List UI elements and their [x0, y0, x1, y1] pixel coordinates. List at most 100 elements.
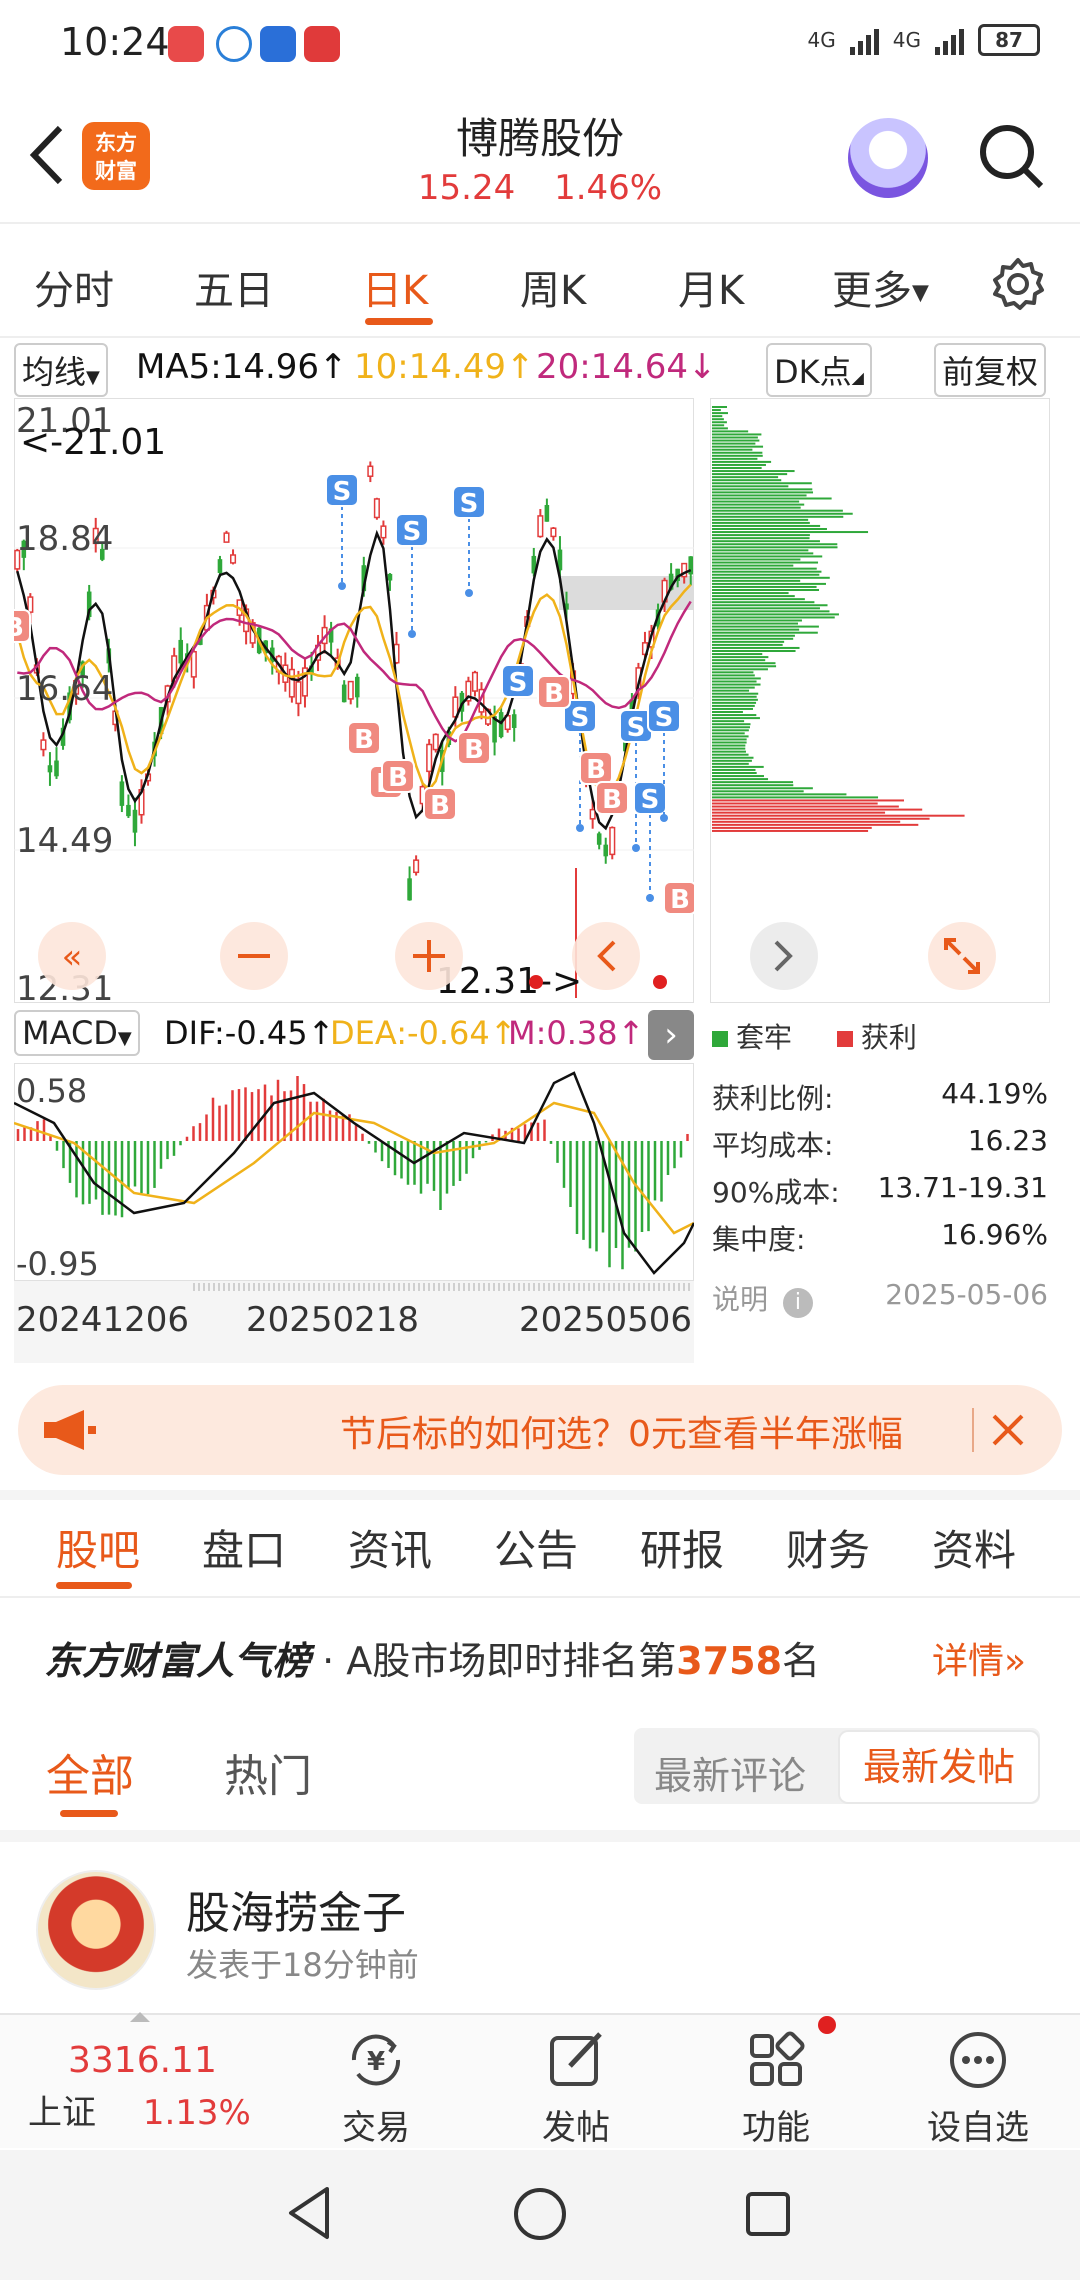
post-author[interactable]: 股海捞金子 — [186, 1877, 406, 1941]
chip-bar — [712, 589, 820, 591]
nav-home-icon[interactable] — [512, 2186, 568, 2242]
macd-dea: DEA:-0.64↑ — [330, 1014, 517, 1052]
chip-bar — [712, 781, 794, 784]
post-button[interactable]: 发帖 — [496, 2020, 656, 2149]
macd-expand-button[interactable]: › — [648, 1010, 694, 1060]
index-ticker[interactable]: 3316.11 上证 1.13% — [28, 2040, 278, 2134]
tab-financials[interactable]: 财务 — [786, 1517, 870, 1578]
notification-game-icon — [260, 26, 296, 62]
close-icon[interactable] — [990, 1412, 1026, 1448]
chip-bar — [712, 634, 795, 637]
notification-app-icon — [168, 26, 204, 62]
chip-bar — [712, 659, 766, 662]
tab-order-book[interactable]: 盘口 — [202, 1517, 286, 1578]
candle-body — [609, 826, 616, 856]
chip-distribution-chart[interactable] — [710, 398, 1050, 1003]
info-icon: i — [782, 1288, 813, 1318]
candle-body — [217, 559, 223, 573]
kline-chart[interactable]: SSSSSSSSBBBBBBBBBB 21.01 18.84 16.64 14.… — [14, 398, 694, 1003]
tab-underline — [60, 1810, 118, 1817]
ranking-details-link[interactable]: 详情» — [932, 1632, 1026, 1684]
zoom-out-button[interactable] — [220, 922, 288, 990]
chip-bar — [712, 811, 886, 814]
chip-bar — [712, 579, 801, 582]
chip-bar — [712, 732, 745, 735]
ma20-value: 20:14.64↓ — [536, 347, 717, 387]
ma-select-label: 均线 — [22, 353, 87, 391]
chip-bar — [712, 814, 965, 817]
buy-marker-label: B — [464, 735, 484, 765]
sort-latest-post[interactable]: 最新发帖 — [840, 1732, 1038, 1802]
chip-bar — [712, 796, 879, 799]
tab-research[interactable]: 研报 — [640, 1517, 724, 1578]
chip-bar — [712, 457, 758, 460]
tab-daily-k[interactable]: 日K — [362, 258, 428, 316]
tab-announcements[interactable]: 公告 — [494, 1517, 578, 1578]
chip-legend: 套牢 获利 — [712, 1016, 917, 1056]
tab-five-day[interactable]: 五日 — [194, 258, 274, 316]
chip-bar — [712, 711, 743, 713]
app-logo[interactable]: 东方财富 — [82, 122, 150, 190]
step-left-button[interactable] — [572, 922, 640, 990]
add-watchlist-button[interactable]: 设自选 — [898, 2020, 1058, 2149]
network-type-2: 4G — [892, 28, 921, 52]
ma-select[interactable]: 均线▼ — [14, 343, 108, 397]
chip-bar — [712, 537, 810, 540]
search-icon[interactable] — [975, 120, 1047, 192]
chip-bar — [712, 802, 878, 805]
tab-forum[interactable]: 股吧 — [56, 1517, 140, 1578]
macd-select[interactable]: MACD▼ — [14, 1010, 140, 1056]
sell-marker-label: S — [403, 517, 422, 547]
scroll-left-button[interactable]: « — [38, 922, 106, 990]
chip-bar — [712, 576, 830, 579]
chip-bar — [712, 686, 755, 689]
chip-bar — [712, 646, 800, 649]
fullscreen-button[interactable] — [928, 922, 996, 990]
step-right-button[interactable] — [750, 922, 818, 990]
chip-bar — [712, 430, 749, 433]
promo-text[interactable]: 节后标的如何选？0元查看半年涨幅 — [340, 1405, 960, 1457]
tab-profile[interactable]: 资料 — [932, 1517, 1016, 1578]
avatar[interactable] — [36, 1870, 156, 1990]
nav-back-icon[interactable] — [285, 2185, 335, 2241]
gear-icon[interactable] — [990, 256, 1046, 312]
app-logo-text: 东方财富 — [95, 131, 137, 183]
chip-bar — [712, 701, 757, 704]
tab-all-posts[interactable]: 全部 — [46, 1740, 134, 1804]
nav-recents-icon[interactable] — [744, 2190, 792, 2238]
tab-intraday[interactable]: 分时 — [34, 258, 114, 316]
ai-assistant-icon[interactable] — [848, 118, 928, 198]
sort-latest-reply[interactable]: 最新评论 — [654, 1745, 806, 1800]
chip-bar — [712, 427, 728, 430]
chip-bar — [712, 601, 815, 604]
candle-body — [354, 676, 360, 698]
chip-bar — [712, 643, 783, 646]
stat-concentration-value: 16.96% — [941, 1218, 1048, 1251]
tab-monthly-k[interactable]: 月K — [678, 258, 744, 316]
back-button[interactable] — [22, 120, 72, 190]
dk-point-select[interactable]: DK点◢ — [766, 343, 872, 397]
status-time: 10:24 — [60, 20, 170, 64]
features-button[interactable]: 功能 — [696, 2020, 856, 2149]
popularity-ranking[interactable]: 东方财富人气榜 · A股市场即时排名第3758名 — [44, 1630, 820, 1685]
chip-bar — [712, 640, 785, 643]
trade-button[interactable]: ¥ 交易 — [296, 2020, 456, 2149]
chip-bar — [712, 723, 751, 726]
chip-bar — [712, 799, 904, 802]
candle-body — [603, 844, 609, 857]
chip-bar — [712, 695, 757, 698]
ranking-number: 3758 — [676, 1639, 783, 1683]
tab-weekly-k[interactable]: 周K — [520, 258, 586, 316]
stat-avg-cost-label: 平均成本: — [712, 1129, 834, 1162]
tab-news[interactable]: 资讯 — [348, 1517, 432, 1578]
candle-body — [511, 714, 517, 728]
adjust-button[interactable]: 前复权 — [934, 343, 1047, 397]
candle-body — [373, 498, 380, 519]
chip-bar — [712, 704, 755, 707]
note-link[interactable]: 说明 i — [712, 1278, 813, 1318]
zoom-in-button[interactable] — [395, 922, 463, 990]
macd-chart[interactable]: 0.58 -0.95 20241206 20250218 20250506 — [14, 1063, 694, 1363]
chip-bar — [712, 491, 814, 494]
tab-hot-posts[interactable]: 热门 — [224, 1740, 312, 1804]
tab-more[interactable]: 更多▼ — [832, 258, 929, 316]
